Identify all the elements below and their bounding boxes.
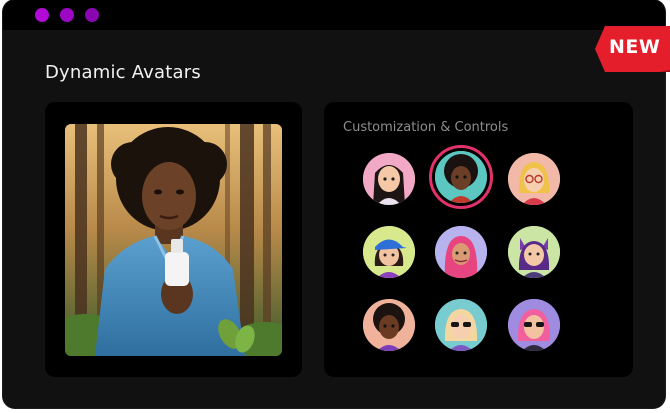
avatar-afro[interactable] — [435, 151, 487, 203]
avatar-blue-cap[interactable] — [363, 226, 415, 278]
title-bar — [3, 0, 665, 30]
window-dot-1[interactable] — [35, 8, 49, 22]
customization-panel: Customization & Controls — [324, 102, 633, 377]
portrait-photo — [65, 124, 282, 356]
avatar-blonde-glasses[interactable] — [508, 153, 560, 205]
avatar-curly-hair[interactable] — [363, 299, 415, 351]
window-dot-2[interactable] — [60, 8, 74, 22]
window-dot-3[interactable] — [85, 8, 99, 22]
avatar-pink-hair-sunglasses[interactable] — [508, 299, 560, 351]
avatar-sunglasses-blonde[interactable] — [435, 299, 487, 351]
app-window: Dynamic Avatars Customization & Controls — [3, 0, 665, 408]
avatar-cat-ears[interactable] — [508, 226, 560, 278]
new-badge-label: NEW — [609, 36, 661, 58]
photo-panel — [45, 102, 302, 377]
app-title: Dynamic Avatars — [45, 62, 201, 83]
avatar-long-black-hair[interactable] — [363, 153, 415, 205]
avatar-pink-hijab[interactable] — [435, 226, 487, 278]
section-label: Customization & Controls — [343, 120, 509, 135]
